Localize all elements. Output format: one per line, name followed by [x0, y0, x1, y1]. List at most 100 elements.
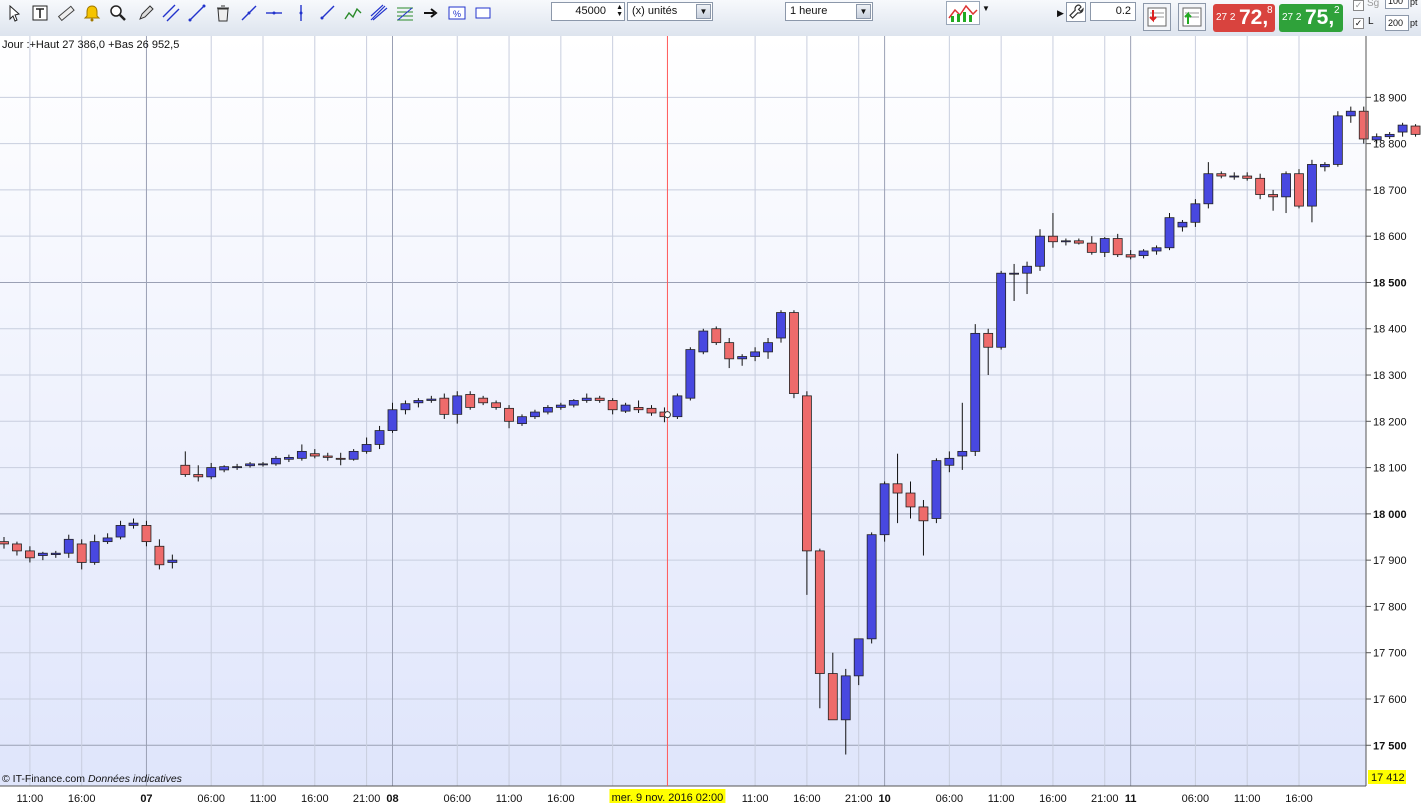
sell-price-button[interactable]: 27 2 72, 8	[1213, 4, 1275, 32]
candle-body	[724, 342, 735, 360]
sell-price-fraction: 8	[1267, 5, 1273, 16]
units-select[interactable]: (x) unités ▼	[627, 2, 713, 21]
time-tick-label: 06:00	[936, 793, 964, 803]
candle-body	[1268, 194, 1278, 198]
candle-body	[1410, 125, 1421, 135]
price-tick-label: 17 500	[1373, 740, 1407, 752]
candle-body	[517, 416, 527, 425]
time-tick-label: 11:00	[17, 793, 44, 803]
candle-body	[504, 407, 514, 422]
candle-body	[970, 332, 981, 452]
candle-body	[827, 673, 838, 721]
candle-body	[296, 450, 307, 459]
sell-price-main: 72,	[1239, 6, 1269, 29]
zoom-icon[interactable]	[108, 4, 128, 22]
candle-body	[76, 543, 87, 563]
chevron-down-icon[interactable]: ▼	[696, 4, 711, 19]
candle-body	[1151, 247, 1162, 252]
rectangle-icon[interactable]	[473, 4, 493, 22]
sg-checkbox[interactable]: ✓	[1353, 0, 1364, 11]
candle-body	[1112, 238, 1123, 256]
candle	[931, 458, 942, 524]
candle	[1164, 213, 1175, 251]
spinner-icon[interactable]: ▲ ▼	[616, 4, 623, 18]
price-tick-label: 17 600	[1373, 694, 1407, 706]
zigzag-icon[interactable]	[343, 4, 363, 22]
chart-type-button[interactable]	[946, 1, 980, 25]
candle-body	[1294, 173, 1304, 207]
chevron-down-icon[interactable]: ▼	[856, 4, 871, 19]
alarm-bell-icon[interactable]	[82, 4, 102, 22]
l-checkbox[interactable]: ✓	[1353, 18, 1364, 29]
candle-body	[802, 395, 812, 552]
candle-body	[141, 525, 152, 543]
pencil-icon[interactable]	[136, 4, 156, 22]
collapse-arrow-icon[interactable]: ▶	[1057, 8, 1064, 19]
candle-body	[0, 541, 9, 545]
buy-order-icon[interactable]	[1178, 3, 1206, 31]
candle-body	[853, 638, 864, 677]
candle	[1332, 111, 1343, 167]
candle-body	[465, 394, 476, 408]
candle-body	[918, 506, 929, 522]
sell-order-icon[interactable]	[1143, 3, 1171, 31]
time-tick-label: 08	[386, 793, 398, 803]
candle-body	[594, 397, 605, 401]
candle	[866, 532, 877, 644]
candle-body	[750, 351, 760, 357]
fibonacci-icon[interactable]	[395, 4, 415, 22]
sell-price-prefix: 27 2	[1216, 12, 1236, 23]
horizontal-line-icon[interactable]	[264, 4, 284, 22]
ray-icon[interactable]	[317, 4, 337, 22]
time-tick-label: 11	[1125, 793, 1137, 803]
candle-body	[50, 552, 61, 555]
candle-body	[1229, 175, 1240, 178]
candlestick-chart[interactable]: 17 500 17 600 17 700 17 800 17 900 18 000 18 1…	[0, 36, 1421, 803]
candle-body	[413, 400, 424, 404]
quantity-field[interactable]: 45000 ▲ ▼	[551, 2, 625, 21]
vertical-line-icon[interactable]	[291, 4, 311, 22]
candle-body	[555, 404, 566, 408]
candle-body	[543, 407, 553, 413]
points-top-field[interactable]: 100	[1385, 0, 1409, 9]
time-tick-label: 16:00	[1039, 793, 1067, 803]
candle-body	[206, 467, 217, 478]
candle-body	[193, 474, 204, 478]
time-tick-label: 11:00	[742, 793, 769, 803]
candle-body	[1099, 238, 1110, 253]
timeframe-select[interactable]: 1 heure ▼	[785, 2, 873, 21]
price-tick-label: 17 800	[1373, 601, 1407, 613]
step-field[interactable]: 0.2	[1090, 2, 1136, 21]
arrow-icon[interactable]	[421, 4, 441, 22]
candle-body	[271, 457, 281, 465]
candle-body	[219, 466, 230, 471]
cursor-icon[interactable]	[4, 4, 24, 22]
buy-price-button[interactable]: 27 2 75, 2	[1279, 4, 1343, 32]
time-tick-label: 06:00	[197, 793, 225, 803]
candle-body	[167, 559, 178, 563]
andrews-fork-icon[interactable]	[369, 4, 389, 22]
candle-body	[814, 550, 825, 674]
buy-price-fraction: 2	[1334, 5, 1340, 16]
candle-body	[1307, 164, 1317, 207]
parallel-lines-icon[interactable]	[161, 4, 181, 22]
quantity-value: 45000	[575, 5, 606, 17]
time-tick-label: 16:00	[547, 793, 575, 803]
points-bottom-field[interactable]: 200	[1385, 15, 1409, 31]
ruler-icon[interactable]	[56, 4, 76, 22]
chart-type-dropdown-icon[interactable]: ▼	[982, 4, 990, 13]
candle-body	[63, 538, 74, 554]
crosshair-point	[663, 411, 671, 419]
trash-icon[interactable]	[213, 4, 233, 22]
settings-wrench-button[interactable]	[1066, 2, 1086, 22]
percent-icon[interactable]: %	[447, 4, 467, 22]
candle-body	[620, 404, 631, 412]
candle-body	[983, 332, 994, 348]
candle-body	[387, 409, 398, 431]
diagonal-line-icon[interactable]	[239, 4, 259, 22]
time-tick-label: 11:00	[1234, 793, 1261, 803]
candle-body	[309, 453, 320, 457]
trend-line-icon[interactable]	[187, 4, 207, 22]
text-icon[interactable]	[30, 4, 50, 22]
candle-body	[737, 356, 748, 360]
